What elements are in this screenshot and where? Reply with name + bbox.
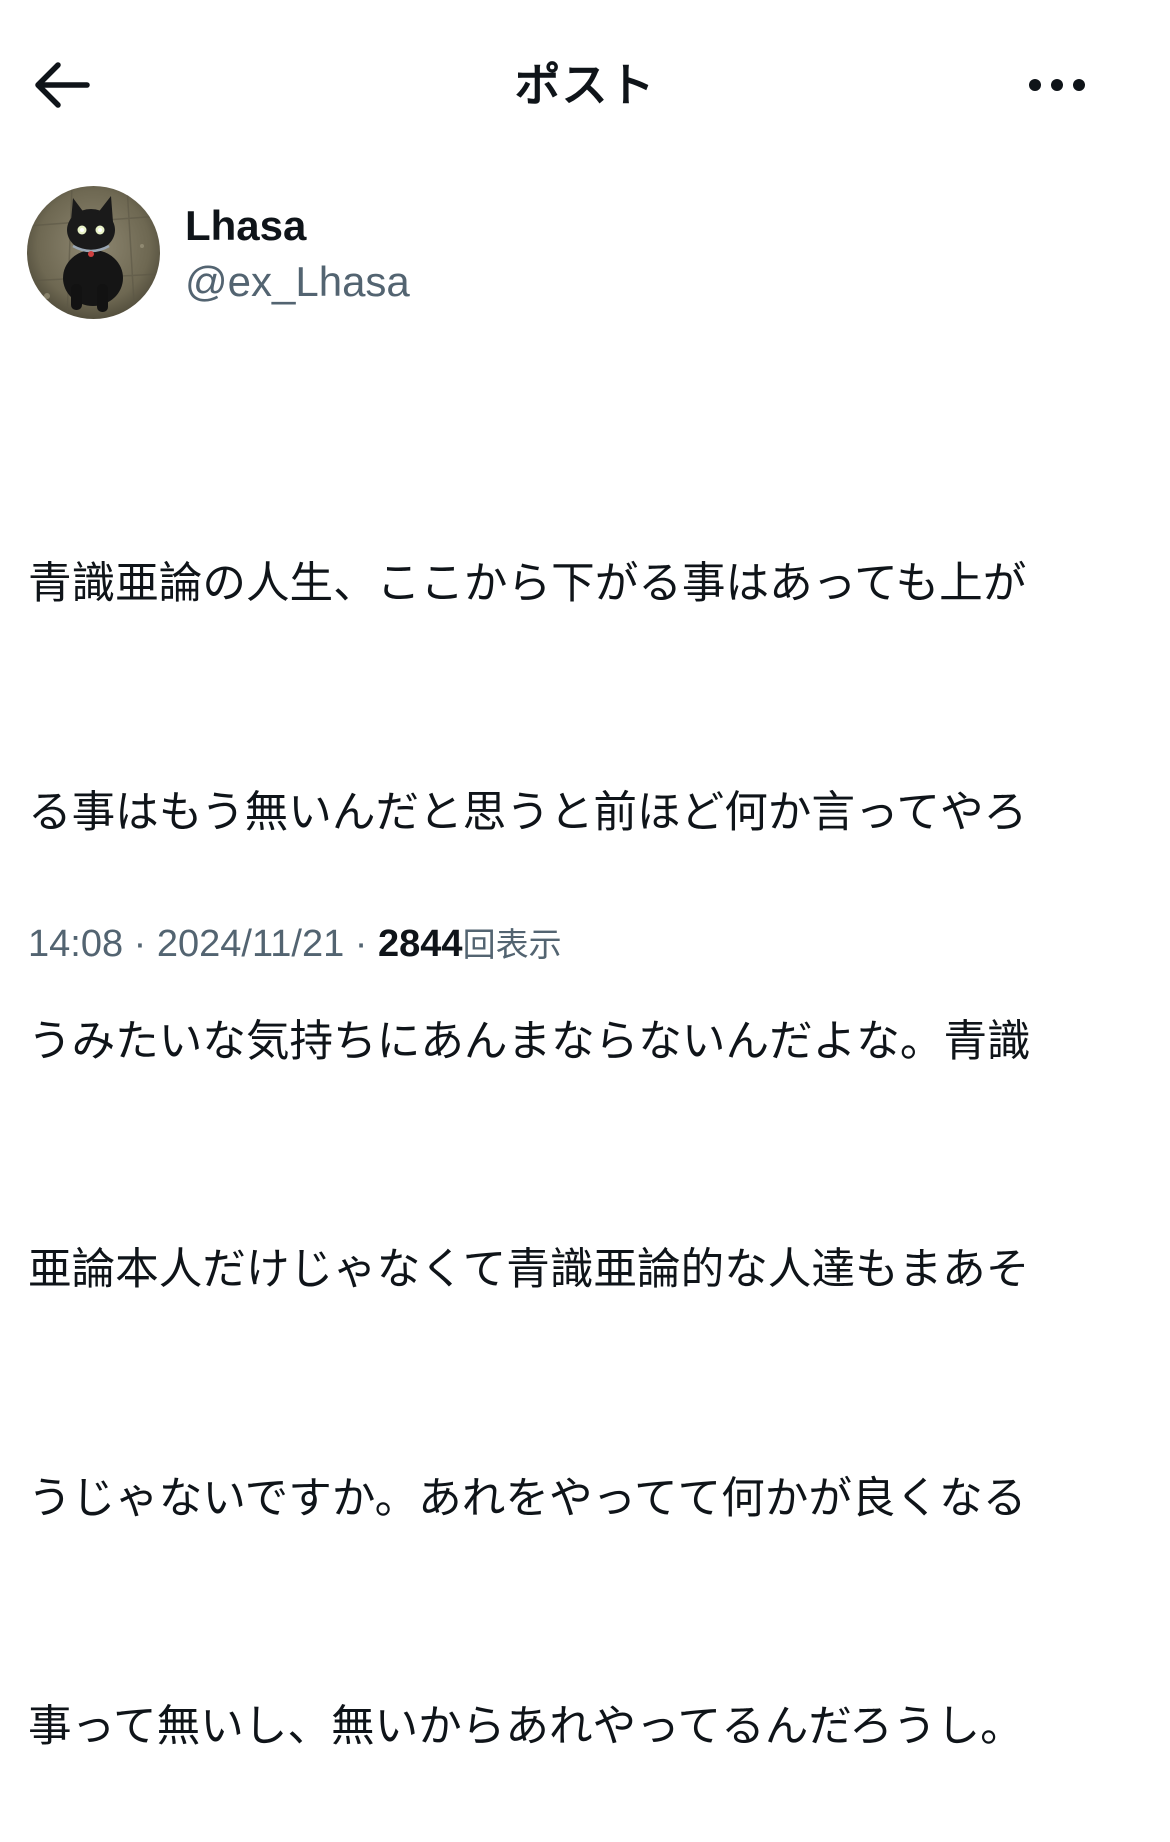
- tweet-line: 青識亜論の人生、ここから下がる事はあっても上が: [28, 559, 1027, 610]
- meta-separator: ·: [123, 923, 157, 965]
- tweet-line: る事はもう無いんだと思うと前ほど何か言ってやろ: [28, 788, 1028, 839]
- tweet-date[interactable]: 2024/11/21: [157, 923, 344, 965]
- tweet-author: Lhasa @ex_Lhasa: [27, 186, 1127, 320]
- page-title: ポスト: [514, 58, 656, 112]
- view-count-label: 回表示: [462, 925, 562, 964]
- back-button[interactable]: [28, 52, 94, 118]
- author-handle[interactable]: @ex_Lhasa: [185, 256, 410, 308]
- black-cat-photo: [27, 186, 160, 319]
- ellipsis-horizontal-icon: [1029, 79, 1085, 91]
- avatar[interactable]: [27, 186, 160, 319]
- more-options-button[interactable]: [1020, 52, 1094, 118]
- view-count[interactable]: 2844: [378, 923, 463, 965]
- meta-separator: ·: [344, 923, 379, 965]
- tweet-line: うじゃないですか。あれをやってて何かが良くなる: [28, 1473, 1027, 1524]
- arrow-left-icon: [35, 62, 90, 108]
- author-display-name[interactable]: Lhasa: [185, 200, 306, 252]
- tweet-line: 亜論本人だけじゃなくて青識亜論的な人達もまあそ: [28, 1245, 1030, 1296]
- tweet-metadata: 14:08 · 2024/11/21 · 2844回表示: [28, 918, 562, 970]
- tweet-line: うみたいな気持ちにあんまならないんだよな。青識: [28, 1016, 1031, 1067]
- tweet-body: 青識亜論の人生、ここから下がる事はあっても上が る事はもう無いんだと思うと前ほど…: [28, 394, 1144, 1842]
- top-bar: ポスト: [0, 0, 1170, 170]
- tweet-line: 事って無いし、無いからあれやってるんだろうし。: [28, 1702, 1024, 1753]
- tweet-time[interactable]: 14:08: [28, 923, 123, 965]
